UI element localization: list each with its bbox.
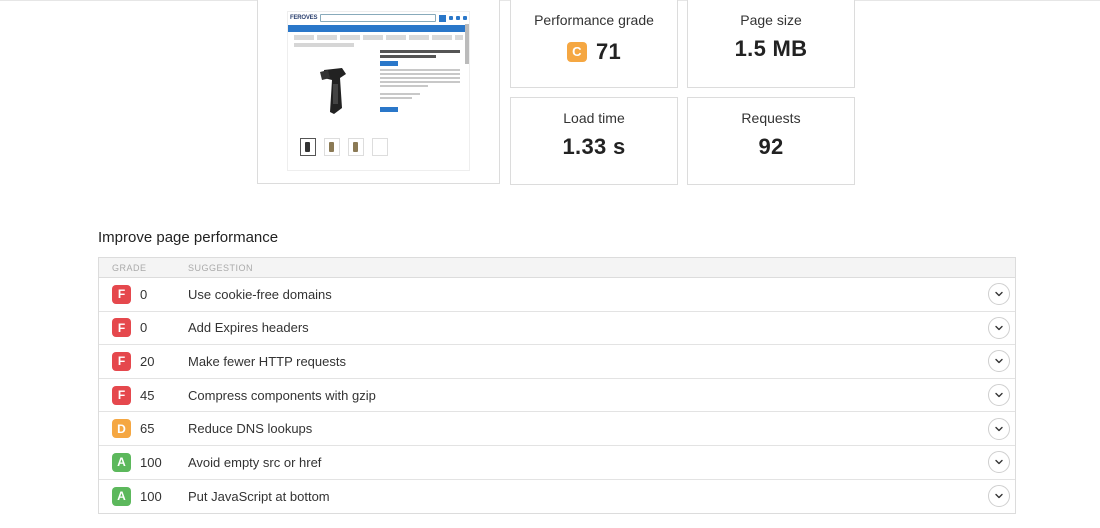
grade-cell: D 65 — [99, 419, 188, 439]
suggestion-text: Compress components with gzip — [188, 387, 376, 403]
load-time-label: Load time — [563, 110, 625, 126]
grade-badge: F — [112, 284, 131, 304]
grade-badge: A — [112, 486, 131, 506]
grade-badge: F — [112, 318, 131, 338]
table-row[interactable]: F 0 Add Expires headers — [99, 312, 1015, 346]
grade-score: 20 — [140, 353, 155, 369]
page-size-label: Page size — [740, 12, 802, 28]
requests-value: 92 — [758, 134, 784, 159]
thumbnail — [372, 138, 388, 156]
table-row[interactable]: F 0 Use cookie-free domains — [99, 278, 1015, 312]
expand-button[interactable] — [988, 350, 1010, 373]
grade-cell: A 100 — [99, 486, 188, 506]
grade-badge: D — [112, 419, 131, 439]
grade-score: 0 — [140, 286, 148, 302]
thumbnail — [348, 138, 364, 156]
suggestion-text: Avoid empty src or href — [188, 454, 322, 470]
expand-button[interactable] — [988, 316, 1010, 339]
page-size-value: 1.5 MB — [734, 36, 808, 61]
screenshot-scrollbar — [465, 24, 469, 64]
thumbnail — [300, 138, 316, 156]
table-row[interactable]: D 65 Reduce DNS lookups — [99, 412, 1015, 446]
site-logo: FEROVES — [290, 15, 318, 21]
column-header-suggestion: SUGGESTION — [188, 262, 254, 273]
requests-label: Requests — [741, 110, 801, 126]
site-nav-bar — [288, 25, 469, 32]
grade-badge: A — [112, 452, 131, 472]
chevron-down-icon — [995, 325, 1003, 331]
thumbnail — [324, 138, 340, 156]
load-time-card: Load time 1.33 s — [510, 97, 678, 185]
performance-grade-label: Performance grade — [534, 12, 654, 28]
site-search-icon — [439, 14, 446, 22]
site-header: FEROVES — [288, 12, 469, 24]
grade-cell: F 45 — [99, 385, 188, 405]
suggestion-text: Reduce DNS lookups — [188, 421, 313, 437]
grade-cell: F 20 — [99, 351, 188, 371]
grade-cell: F0 — [99, 284, 188, 304]
grade-badge: F — [112, 385, 131, 405]
page-screenshot-card: FEROVES — [257, 0, 500, 184]
suggestion-text: Use cookie-free domains — [188, 286, 332, 302]
holster-product-image — [320, 68, 346, 114]
performance-grade-value: 71 — [595, 38, 622, 64]
expand-button[interactable] — [988, 417, 1010, 440]
product-thumbnails — [300, 138, 388, 156]
grade-score: 100 — [140, 454, 162, 470]
grade-score: 100 — [140, 488, 162, 504]
site-breadcrumb — [294, 35, 463, 40]
site-header-icons — [449, 16, 467, 20]
requests-card: Requests 92 — [687, 97, 855, 185]
chevron-down-icon — [995, 392, 1003, 398]
site-breadcrumb-line — [294, 43, 354, 47]
grade-score: 65 — [140, 421, 155, 437]
chevron-down-icon — [995, 359, 1003, 364]
performance-grade-card: Performance grade C 71 — [510, 0, 678, 88]
table-row[interactable]: A 100 Put JavaScript at bottom — [99, 480, 1015, 514]
load-time-value: 1.33 s — [562, 134, 626, 159]
chevron-down-icon — [995, 494, 1003, 499]
table-row[interactable]: A 100 Avoid empty src or href — [99, 446, 1015, 480]
product-details — [380, 50, 460, 115]
grade-cell: A 100 — [99, 452, 188, 472]
expand-button[interactable] — [988, 451, 1010, 474]
grade-score: 45 — [140, 387, 155, 403]
suggestion-text: Make fewer HTTP requests — [188, 353, 346, 369]
page-screenshot: FEROVES — [287, 11, 470, 171]
grade-badge: F — [112, 351, 131, 371]
site-search-bar — [320, 14, 436, 22]
table-row[interactable]: F 45 Compress components with gzip — [99, 379, 1015, 413]
grade-badge: C — [566, 41, 587, 62]
chevron-down-icon — [995, 426, 1003, 431]
grade-score: 0 — [140, 320, 148, 336]
suggestions-table: GRADE SUGGESTION F 0 Use cookie-free domai… — [98, 257, 1016, 515]
section-title: Improve page performance — [98, 229, 279, 246]
table-header: GRADE SUGGESTION — [99, 258, 1015, 278]
suggestion-text: Put JavaScript at bottom — [188, 488, 330, 504]
column-header-grade: GRADE — [112, 262, 147, 273]
table-row[interactable]: F 20 Make fewer HTTP requests — [99, 345, 1015, 379]
expand-button[interactable] — [988, 283, 1010, 306]
suggestion-text: Add Expires headers — [188, 320, 309, 336]
chevron-down-icon — [995, 460, 1003, 465]
expand-button[interactable] — [988, 485, 1010, 508]
page-size-card: Page size 1.5 MB — [687, 0, 855, 88]
chevron-down-icon — [995, 292, 1003, 297]
grade-cell: F0 — [99, 318, 188, 338]
expand-button[interactable] — [988, 384, 1010, 407]
